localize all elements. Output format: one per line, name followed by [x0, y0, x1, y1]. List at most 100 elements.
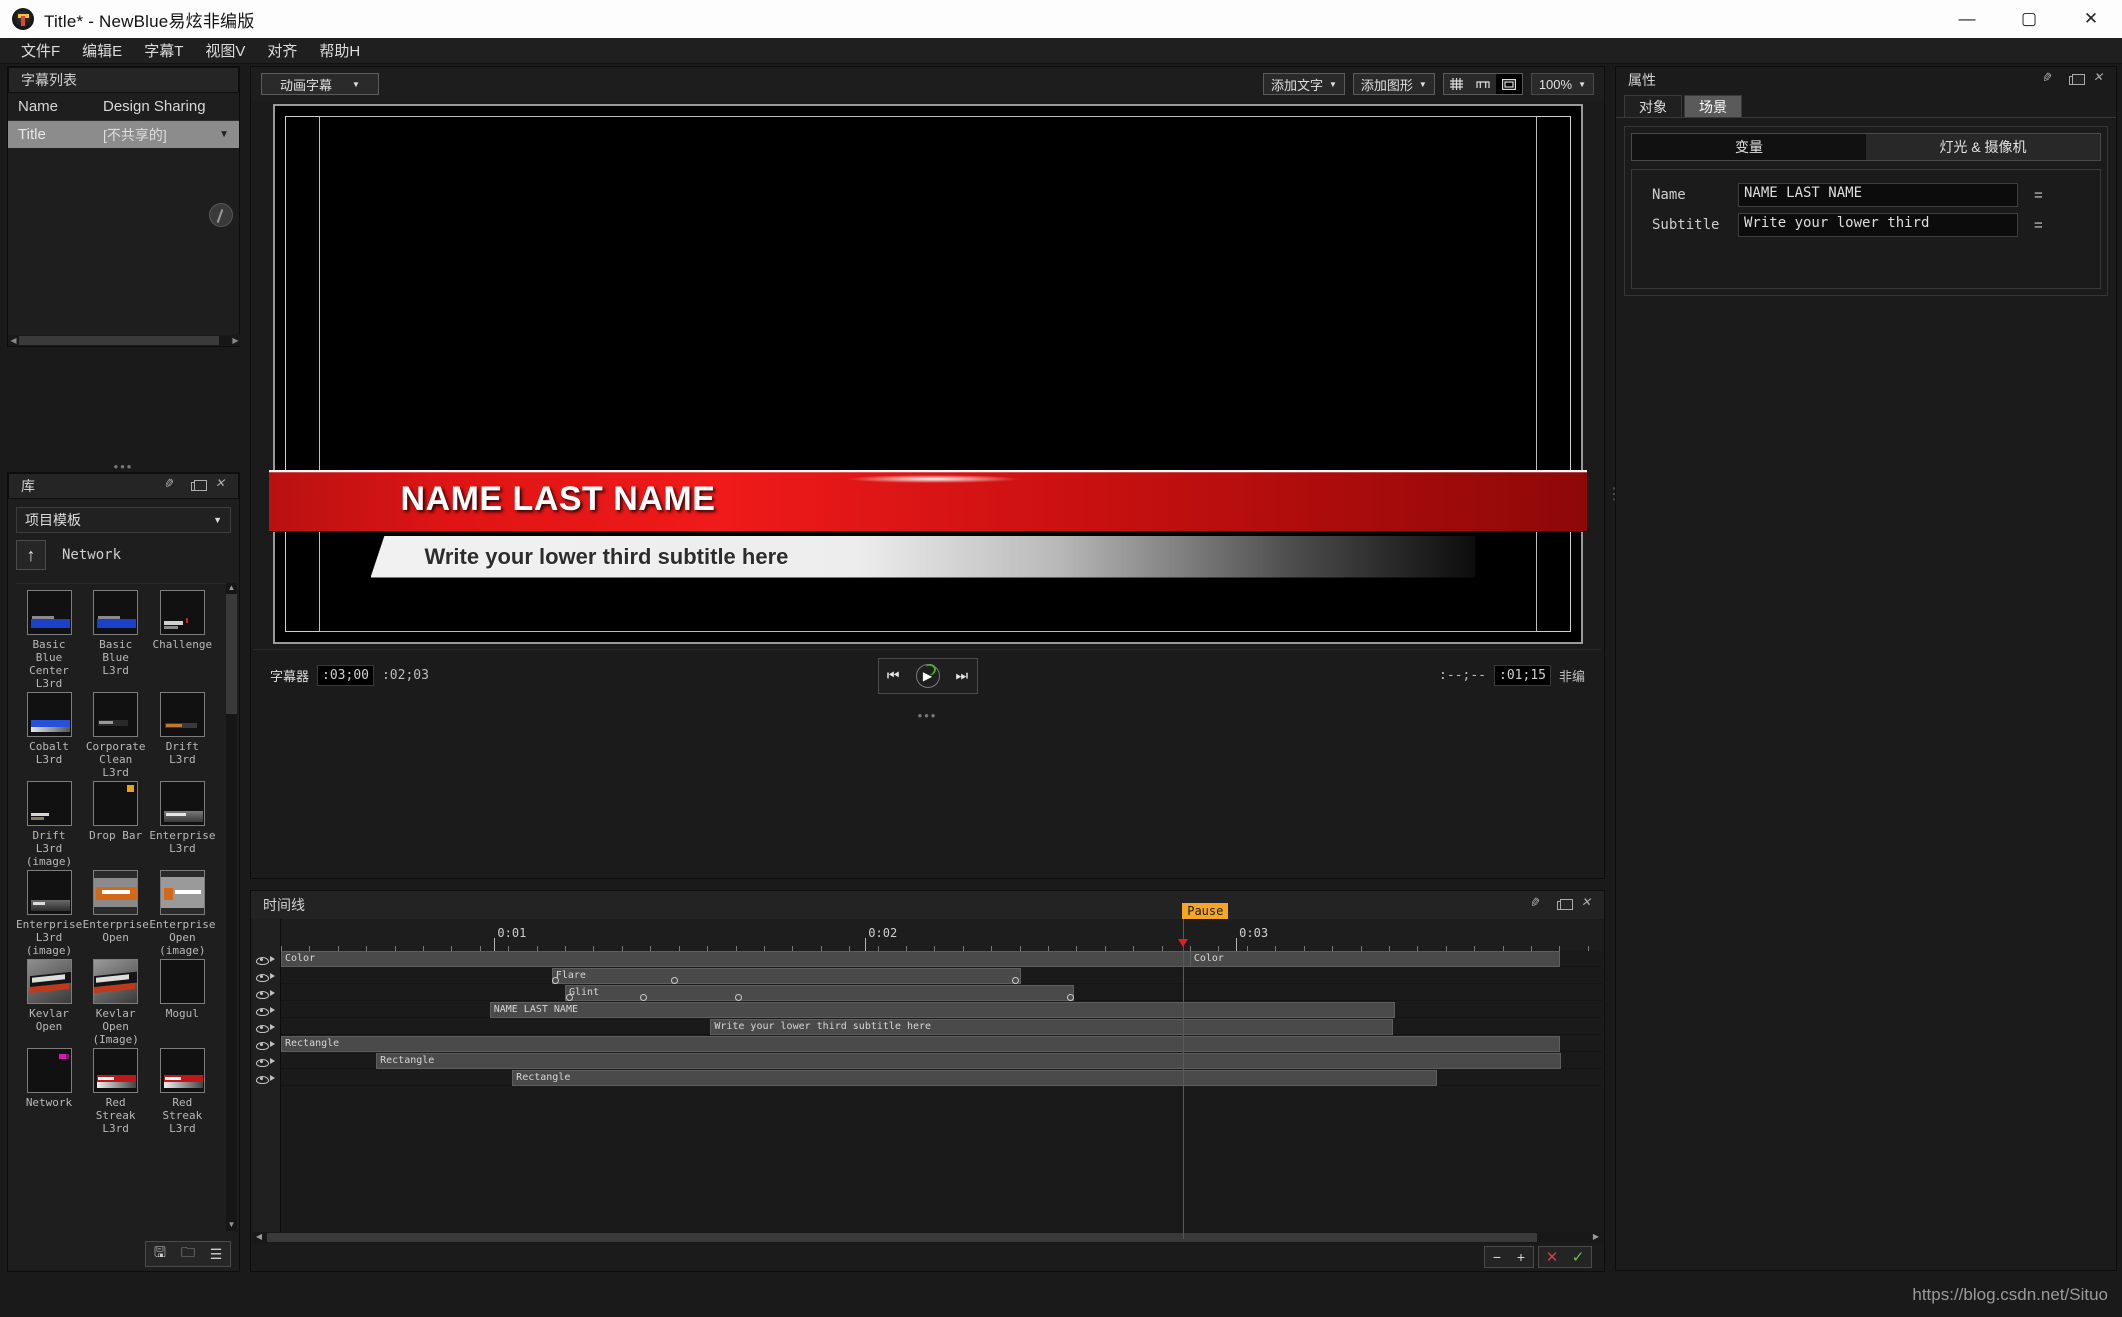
equals-icon[interactable]: =	[2034, 217, 2043, 234]
eye-icon[interactable]	[256, 1039, 267, 1050]
chevron-down-icon[interactable]: ▼	[1329, 80, 1337, 89]
confirm-controls[interactable]: ✕ ✓	[1538, 1246, 1592, 1268]
library-item-thumbnail[interactable]	[160, 870, 205, 915]
view-mode-group[interactable]	[1443, 73, 1523, 95]
menu-item-help[interactable]: 帮助H	[308, 38, 371, 63]
window-controls[interactable]: — ▢ ✕	[1936, 0, 2122, 38]
library-item-thumbnail[interactable]	[93, 692, 138, 737]
scroll-left-icon[interactable]: ◀	[253, 1232, 265, 1241]
pin-icon[interactable]	[2043, 74, 2056, 87]
scroll-right-icon[interactable]: ▶	[230, 336, 241, 345]
library-item-thumbnail[interactable]	[160, 692, 205, 737]
timeline-playhead[interactable]	[1183, 919, 1184, 1239]
library-item-thumbnail[interactable]	[160, 959, 205, 1004]
library-item[interactable]: Mogul	[149, 959, 215, 1046]
menu-item-align[interactable]: 对齐	[256, 38, 308, 63]
library-item[interactable]: Basic Blue Center L3rd	[16, 590, 82, 690]
subtab-variables[interactable]: 变量	[1632, 134, 1866, 160]
eye-icon[interactable]	[256, 988, 267, 999]
scroll-thumb[interactable]	[19, 336, 219, 345]
subtab-lights-camera[interactable]: 灯光 & 摄像机	[1866, 134, 2100, 160]
float-window-icon[interactable]	[191, 482, 202, 491]
expand-arrow-icon[interactable]	[270, 956, 275, 962]
track-controls[interactable]	[253, 1053, 281, 1069]
library-item[interactable]: Drift L3rd	[149, 692, 215, 779]
animation-mode-select[interactable]: 动画字幕 ▼	[261, 73, 379, 95]
timeline-clip[interactable]: Rectangle	[281, 1036, 1560, 1052]
timeline-clip[interactable]: Color	[281, 951, 1265, 967]
zoom-controls[interactable]: − +	[1484, 1246, 1534, 1268]
library-item-thumbnail[interactable]	[93, 870, 138, 915]
chevron-down-icon[interactable]: ▼	[213, 515, 222, 525]
variable-input-subtitle[interactable]: Write your lower third	[1738, 213, 2018, 237]
library-item[interactable]: Basic Blue L3rd	[83, 590, 149, 690]
tab-scene[interactable]: 场景	[1684, 95, 1742, 117]
timeline-clip[interactable]: Rectangle	[376, 1053, 1561, 1069]
panel-splitter-right[interactable]: ⋮	[1606, 490, 1613, 530]
zoom-select[interactable]: 100% ▼	[1531, 73, 1594, 95]
library-item[interactable]: Enterprise L3rd	[149, 781, 215, 868]
tab-object[interactable]: 对象	[1624, 95, 1682, 117]
track-controls[interactable]	[253, 968, 281, 984]
track-controls[interactable]	[253, 951, 281, 967]
library-item[interactable]: Red Streak L3rd	[149, 1048, 215, 1135]
menu-item-title[interactable]: 字幕T	[133, 38, 194, 63]
library-item-thumbnail[interactable]	[27, 1048, 72, 1093]
timeline-clip[interactable]: Flare	[552, 968, 1021, 984]
library-item[interactable]: Kevlar Open (Image)	[83, 959, 149, 1046]
cancel-button[interactable]: ✕	[1539, 1247, 1565, 1267]
library-item-thumbnail[interactable]	[93, 590, 138, 635]
chevron-down-icon[interactable]: ▼	[1419, 80, 1427, 89]
panel-resize-handle-subtitle[interactable]: •••	[7, 462, 240, 472]
library-item-thumbnail[interactable]	[27, 590, 72, 635]
add-shape-button[interactable]: 添加图形 ▼	[1353, 73, 1435, 95]
menu-item-edit[interactable]: 编辑E	[71, 38, 133, 63]
library-item[interactable]: Network	[16, 1048, 82, 1135]
expand-arrow-icon[interactable]	[270, 1075, 275, 1081]
chevron-down-icon[interactable]: ▼	[352, 80, 360, 89]
scroll-thumb[interactable]	[226, 594, 237, 714]
scroll-track[interactable]	[19, 336, 230, 345]
close-icon[interactable]	[215, 480, 228, 493]
timeline-ruler[interactable]: 0:010:020:03	[281, 919, 1602, 951]
lower-third-graphic[interactable]: NAME LAST NAME Write your lower third su…	[275, 470, 1581, 580]
panel-splitter-left[interactable]: ⋮	[243, 490, 250, 530]
scroll-thumb[interactable]	[267, 1233, 1537, 1242]
library-item[interactable]: Enterprise L3rd (image)	[16, 870, 82, 957]
library-item-thumbnail[interactable]	[27, 781, 72, 826]
library-item[interactable]: Drift L3rd (image)	[16, 781, 82, 868]
expand-arrow-icon[interactable]	[270, 1024, 275, 1030]
pin-icon[interactable]	[165, 480, 178, 493]
equals-icon[interactable]: =	[2034, 187, 2043, 204]
minimize-button[interactable]: —	[1936, 0, 1998, 38]
library-category-select[interactable]: 项目模板 ▼	[16, 507, 231, 533]
up-arrow-icon[interactable]: ↑	[16, 540, 46, 570]
maximize-button[interactable]: ▢	[1998, 0, 2060, 38]
library-item-thumbnail[interactable]	[27, 870, 72, 915]
track-controls[interactable]	[253, 1002, 281, 1018]
eye-icon[interactable]	[256, 1022, 267, 1033]
chevron-down-icon[interactable]: ▼	[219, 129, 229, 140]
library-item[interactable]: Drop Bar	[83, 781, 149, 868]
close-button[interactable]: ✕	[2060, 0, 2122, 38]
keyframe-marker[interactable]	[1067, 994, 1074, 1001]
eye-icon[interactable]	[256, 971, 267, 982]
lower-third-subtitle-text[interactable]: Write your lower third subtitle here	[425, 544, 789, 570]
close-icon[interactable]	[1581, 899, 1594, 912]
lower-third-name-text[interactable]: NAME LAST NAME	[401, 480, 716, 519]
library-item[interactable]: Cobalt L3rd	[16, 692, 82, 779]
library-item[interactable]: Red Streak L3rd	[83, 1048, 149, 1135]
add-text-button[interactable]: 添加文字 ▼	[1263, 73, 1345, 95]
timecode-in-field[interactable]: :03;00	[317, 665, 374, 686]
keyframe-marker[interactable]	[552, 977, 559, 984]
close-icon[interactable]	[2093, 74, 2106, 87]
scroll-left-icon[interactable]: ◀	[8, 336, 19, 345]
library-item[interactable]: Enterprise Open	[83, 870, 149, 957]
playback-controls[interactable]: ⏮ ▶ ⏭	[878, 658, 978, 694]
title-safe-icon[interactable]	[1470, 74, 1496, 94]
float-window-icon[interactable]	[1557, 901, 1568, 910]
keyframe-marker[interactable]	[1012, 977, 1019, 984]
track-controls[interactable]	[253, 1019, 281, 1035]
eye-icon[interactable]	[256, 1073, 267, 1084]
library-vscrollbar[interactable]: ▲ ▼	[226, 583, 237, 1231]
